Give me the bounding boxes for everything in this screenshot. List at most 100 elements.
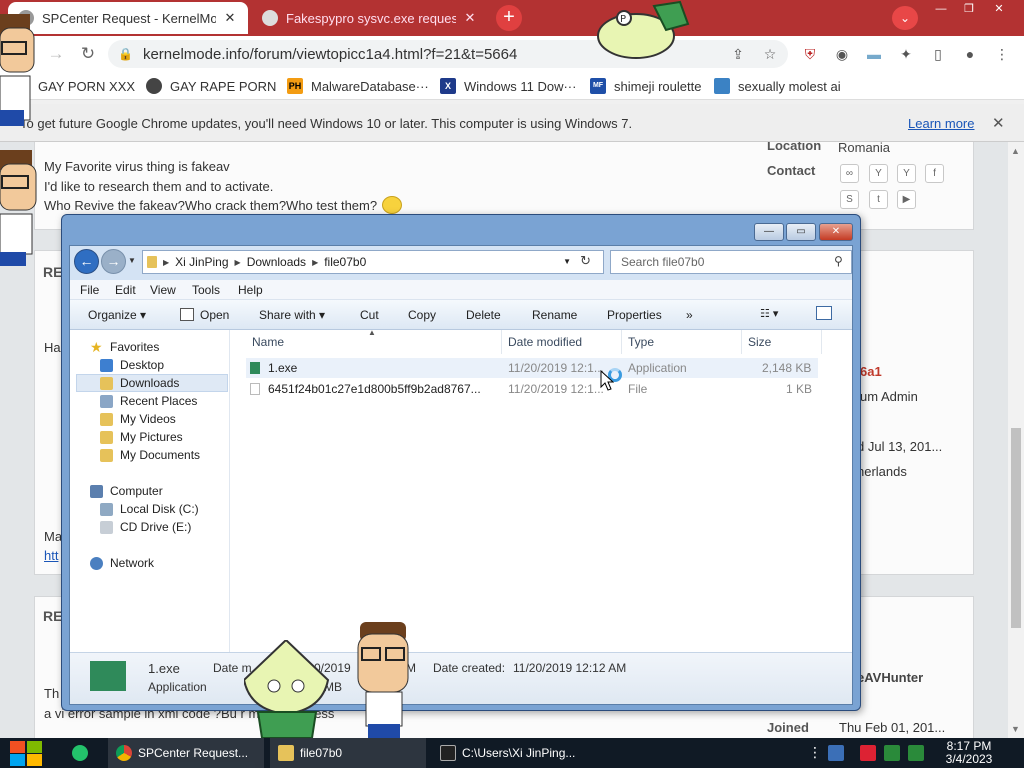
more-commands-button[interactable]: »	[686, 308, 693, 322]
view-options-icon[interactable]: ☷ ▾	[760, 307, 778, 320]
tab-fakespypro[interactable]: Fakespypro sysvc.exe reques ✕	[252, 2, 488, 34]
menu-view[interactable]: View	[150, 283, 176, 297]
share-icon[interactable]: ⇪	[728, 44, 748, 64]
breadcrumb-item[interactable]: Xi JinPing	[175, 255, 228, 269]
bookmark-item[interactable]: X Windows 11 Dow···	[440, 76, 576, 96]
hank-hill-shimeji[interactable]	[356, 622, 412, 738]
taskbar-clock[interactable]: 8:17 PM 3/4/2023	[934, 740, 1004, 766]
scroll-down-icon[interactable]: ▼	[1011, 724, 1020, 734]
tray-flag-icon[interactable]	[860, 745, 876, 761]
tray-overflow-icon[interactable]: ⋮	[808, 744, 822, 761]
breadcrumb[interactable]: ▶ Xi JinPing ▶ Downloads ▶ file07b0 ▼ ↻	[142, 250, 604, 274]
yahoo-icon[interactable]: Y	[897, 164, 916, 183]
menu-tools[interactable]: Tools	[192, 283, 220, 297]
explorer-maximize-button[interactable]: ▭	[786, 223, 816, 241]
taskbar-cmd[interactable]: C:\Users\Xi JinPing...	[432, 738, 588, 768]
username[interactable]: eAVHunter	[857, 670, 923, 685]
nav-local-disk[interactable]: Local Disk (C:)	[100, 500, 199, 518]
bookmark-item[interactable]: GAY RAPE PORN	[146, 76, 276, 96]
menu-file[interactable]: File	[80, 283, 99, 297]
taskbar-explorer[interactable]: file07b0	[270, 738, 426, 768]
peridot-shimeji[interactable]: P	[596, 0, 700, 62]
nav-downloads[interactable]: Downloads	[76, 374, 228, 392]
search-icon[interactable]: ⚲	[834, 254, 843, 268]
recent-pages-chevron-icon[interactable]: ▼	[128, 256, 136, 265]
taskbar-chrome[interactable]: SPCenter Request...	[108, 738, 264, 768]
close-icon[interactable]: ✕	[462, 10, 478, 26]
nav-desktop[interactable]: Desktop	[100, 356, 164, 374]
flag-extension-icon[interactable]: ▬	[864, 44, 884, 64]
youtube-icon[interactable]: ▶	[897, 190, 916, 209]
new-tab-button[interactable]: +	[496, 5, 522, 31]
forward-arrow-icon[interactable]: →	[101, 249, 126, 274]
breadcrumb-item[interactable]: file07b0	[324, 255, 366, 269]
peridot-shimeji[interactable]	[244, 640, 330, 738]
nav-recent-places[interactable]: Recent Places	[100, 392, 197, 410]
hank-hill-shimeji[interactable]	[0, 10, 36, 130]
username[interactable]: 6a1	[860, 364, 882, 379]
facebook-icon[interactable]: f	[925, 164, 944, 183]
side-panel-icon[interactable]: ▯	[928, 44, 948, 64]
tray-windows-icon[interactable]	[828, 745, 844, 761]
rename-button[interactable]: Rename	[532, 308, 577, 322]
nav-my-pictures[interactable]: My Pictures	[100, 428, 183, 446]
skype-icon[interactable]: S	[840, 190, 859, 209]
organize-button[interactable]: Organize ▾	[88, 308, 146, 322]
column-size[interactable]: Size	[742, 330, 822, 354]
avatar-extension-icon[interactable]: ◉	[832, 44, 852, 64]
forward-button[interactable]: →	[44, 42, 68, 66]
scroll-up-icon[interactable]: ▲	[1011, 146, 1020, 156]
nav-network[interactable]: Network	[90, 554, 154, 572]
bookmark-item[interactable]: MF shimeji roulette	[590, 76, 701, 96]
yahoo-icon[interactable]: Y	[869, 164, 888, 183]
copy-button[interactable]: Copy	[408, 308, 436, 322]
delete-button[interactable]: Delete	[466, 308, 501, 322]
close-icon[interactable]: ✕	[992, 114, 1005, 132]
breadcrumb-item[interactable]: Downloads	[247, 255, 306, 269]
maximize-button[interactable]: ❐	[954, 0, 984, 18]
column-type[interactable]: Type	[622, 330, 742, 354]
page-scrollbar[interactable]: ▲ ▼	[1008, 142, 1024, 738]
explorer-close-button[interactable]: ✕	[819, 223, 853, 241]
properties-button[interactable]: Properties	[607, 308, 662, 322]
tray-network-icon[interactable]	[884, 745, 900, 761]
tray-volume-icon[interactable]	[908, 745, 924, 761]
file-row[interactable]: 1.exe 11/20/2019 12:1... Application 2,1…	[246, 358, 818, 378]
tab-spcenter-request[interactable]: SPCenter Request - KernelMod ✕	[8, 2, 248, 34]
menu-edit[interactable]: Edit	[115, 283, 136, 297]
bookmark-item[interactable]: PH MalwareDatabase···	[287, 76, 429, 96]
nav-cd-drive[interactable]: CD Drive (E:)	[100, 518, 191, 536]
ublock-extension-icon[interactable]: ⛨	[800, 44, 820, 64]
search-input[interactable]: Search file07b0	[610, 250, 852, 274]
column-date-modified[interactable]: Date modified	[502, 330, 622, 354]
nav-computer[interactable]: Computer	[90, 482, 163, 500]
open-button[interactable]: Open	[200, 308, 229, 322]
link-icon[interactable]: ∞	[840, 164, 859, 183]
pinned-app-icon[interactable]	[72, 745, 88, 761]
post-link[interactable]: htt	[44, 548, 58, 563]
window-close-button[interactable]: ✕	[984, 0, 1014, 18]
bookmark-item[interactable]: GAY PORN XXX	[38, 76, 135, 96]
bookmark-item[interactable]: sexually molest ai	[714, 76, 841, 96]
nav-my-documents[interactable]: My Documents	[100, 446, 200, 464]
back-arrow-icon[interactable]: ←	[74, 249, 99, 274]
bookmark-star-icon[interactable]: ☆	[760, 44, 780, 64]
profile-icon[interactable]: ●	[960, 44, 980, 64]
extensions-puzzle-icon[interactable]: ✦	[896, 44, 916, 64]
learn-more-link[interactable]: Learn more	[908, 116, 974, 131]
refresh-icon[interactable]: ↻	[580, 253, 591, 269]
minimize-button[interactable]: —	[926, 0, 956, 18]
share-with-button[interactable]: Share with ▾	[259, 308, 325, 322]
menu-help[interactable]: Help	[238, 283, 263, 297]
twitter-icon[interactable]: t	[869, 190, 888, 209]
start-button[interactable]	[9, 739, 43, 767]
nav-my-videos[interactable]: My Videos	[100, 410, 176, 428]
explorer-minimize-button[interactable]: —	[754, 223, 784, 241]
cut-button[interactable]: Cut	[360, 308, 379, 322]
hank-hill-shimeji[interactable]	[0, 148, 40, 268]
menu-kebab-icon[interactable]: ⋮	[992, 44, 1012, 64]
close-icon[interactable]: ✕	[222, 10, 238, 26]
chevron-down-icon[interactable]: ▼	[563, 257, 571, 266]
file-row[interactable]: 6451f24b01c27e1d800b5ff9b2ad8767... 11/2…	[246, 379, 818, 399]
tab-search-button[interactable]: ⌄	[892, 6, 918, 30]
